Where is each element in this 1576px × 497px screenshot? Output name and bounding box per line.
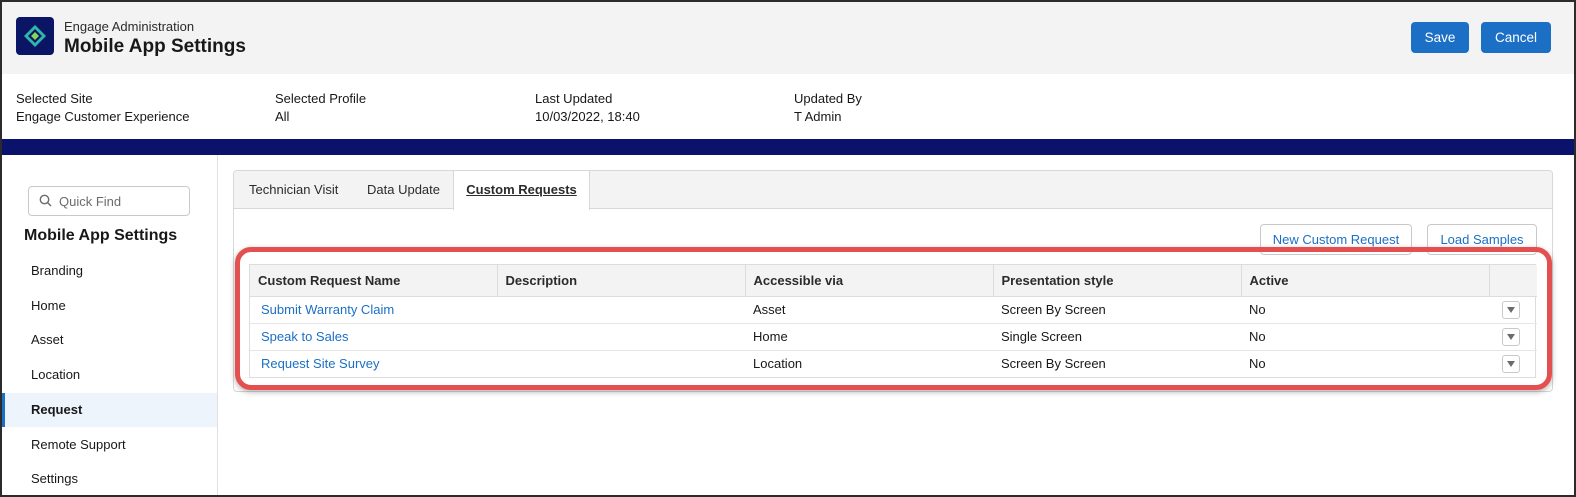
column-header-description[interactable]: Description xyxy=(497,265,746,297)
main-panel: Technician Visit Data Update Custom Requ… xyxy=(233,170,1553,392)
selected-site-value: Engage Customer Experience xyxy=(16,109,190,124)
table-header-row: Custom Request Name Description Accessib… xyxy=(250,265,1537,297)
search-icon xyxy=(39,194,52,207)
updated-by-value: T Admin xyxy=(794,109,842,124)
table-row: Request Site Survey Location Screen By S… xyxy=(250,350,1537,377)
updated-by-label: Updated By xyxy=(794,91,862,106)
sidebar-item-home[interactable]: Home xyxy=(2,289,217,323)
divider-band xyxy=(2,139,1574,155)
table-row: Speak to Sales Home Single Screen No xyxy=(250,323,1537,351)
tab-bar: Technician Visit Data Update Custom Requ… xyxy=(234,171,1552,210)
selected-profile-value: All xyxy=(275,109,290,124)
request-description xyxy=(497,323,745,351)
tab-technician-visit[interactable]: Technician Visit xyxy=(249,171,338,209)
request-presentation-style: Screen By Screen xyxy=(993,296,1241,324)
request-description xyxy=(497,350,745,377)
app-logo xyxy=(16,17,54,55)
selected-site-label: Selected Site xyxy=(16,91,93,106)
selected-site-field: Selected Site Engage Customer Experience xyxy=(16,90,189,126)
quick-find-input[interactable]: Quick Find xyxy=(28,186,190,216)
row-actions-cell xyxy=(1489,296,1537,324)
tab-custom-requests-label: Custom Requests xyxy=(466,182,577,197)
column-header-name[interactable]: Custom Request Name xyxy=(250,265,498,297)
column-header-accessible-via[interactable]: Accessible via xyxy=(745,265,994,297)
sidebar-item-remote-support[interactable]: Remote Support xyxy=(2,428,217,462)
load-samples-button[interactable]: Load Samples xyxy=(1427,224,1537,255)
request-active: No xyxy=(1241,323,1489,351)
row-menu-button[interactable] xyxy=(1502,327,1520,346)
request-accessible-via: Home xyxy=(745,323,993,351)
table-row: Submit Warranty Claim Asset Screen By Sc… xyxy=(250,296,1537,324)
page-title: Mobile App Settings xyxy=(64,36,246,57)
save-button[interactable]: Save xyxy=(1411,22,1469,53)
quick-find-placeholder: Quick Find xyxy=(59,194,122,209)
custom-requests-table: Custom Request Name Description Accessib… xyxy=(249,264,1537,378)
request-name-link[interactable]: Submit Warranty Claim xyxy=(250,296,497,324)
chevron-down-icon xyxy=(1507,333,1515,340)
sidebar: Quick Find Mobile App Settings Branding … xyxy=(2,155,218,495)
tab-data-update[interactable]: Data Update xyxy=(367,171,440,209)
last-updated-field: Last Updated 10/03/2022, 18:40 xyxy=(535,90,640,126)
request-description xyxy=(497,296,745,324)
column-header-actions xyxy=(1489,265,1537,297)
new-custom-request-button[interactable]: New Custom Request xyxy=(1260,224,1412,255)
request-presentation-style: Screen By Screen xyxy=(1001,356,1106,372)
request-name-link[interactable]: Speak to Sales xyxy=(250,323,497,351)
row-actions-cell xyxy=(1489,323,1537,351)
sidebar-item-asset[interactable]: Asset xyxy=(2,323,217,357)
column-header-presentation-style[interactable]: Presentation style xyxy=(993,265,1242,297)
diamond-logo-icon xyxy=(24,25,46,47)
info-bar: Selected Site Engage Customer Experience… xyxy=(2,74,1574,141)
column-header-active[interactable]: Active xyxy=(1241,265,1490,297)
page-header: Engage Administration Mobile App Setting… xyxy=(2,2,1574,74)
selected-profile-field: Selected Profile All xyxy=(275,90,366,126)
request-accessible-via: Location xyxy=(753,356,803,372)
sidebar-item-branding[interactable]: Branding xyxy=(2,254,217,288)
row-menu-button[interactable] xyxy=(1502,354,1520,373)
request-accessible-via: Asset xyxy=(745,296,993,324)
app-subtitle: Engage Administration xyxy=(64,19,195,34)
sidebar-item-request[interactable]: Request xyxy=(2,393,217,427)
cancel-button[interactable]: Cancel xyxy=(1481,22,1551,53)
row-menu-button[interactable] xyxy=(1502,300,1520,319)
last-updated-value: 10/03/2022, 18:40 xyxy=(535,109,640,124)
sidebar-heading: Mobile App Settings xyxy=(24,227,178,244)
request-active: No xyxy=(1241,296,1489,324)
row-actions-cell xyxy=(1489,350,1537,377)
sidebar-item-location[interactable]: Location xyxy=(2,358,217,392)
selected-profile-label: Selected Profile xyxy=(275,91,367,106)
tab-custom-requests[interactable]: Custom Requests xyxy=(453,171,590,210)
updated-by-field: Updated By T Admin xyxy=(794,90,862,126)
app-window: Engage Administration Mobile App Setting… xyxy=(0,0,1576,497)
chevron-down-icon xyxy=(1507,306,1515,313)
request-presentation-style: Single Screen xyxy=(993,323,1241,351)
last-updated-label: Last Updated xyxy=(535,91,613,106)
request-name-link[interactable]: Request Site Survey xyxy=(250,350,497,377)
request-active: No xyxy=(1249,356,1266,372)
sidebar-item-settings[interactable]: Settings xyxy=(2,462,217,495)
chevron-down-icon xyxy=(1507,360,1515,367)
